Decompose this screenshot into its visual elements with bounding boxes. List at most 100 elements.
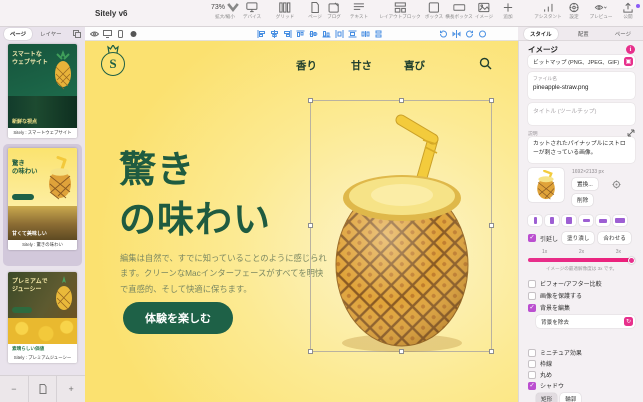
align-top-icon[interactable]	[296, 30, 305, 38]
inspector-tabs: スタイル 配置 ページ	[518, 27, 643, 41]
toolbar-box-button[interactable]: ボックス	[425, 2, 443, 20]
remove-page-button[interactable]: −	[0, 376, 28, 402]
toolbar-assistant-button[interactable]: アシスタント	[534, 2, 562, 20]
background-remove-dropdown[interactable]: 背景を除去 ↻	[536, 315, 635, 328]
resize-handle-e[interactable]	[489, 223, 494, 228]
rounding-checkbox[interactable]	[528, 370, 536, 379]
distribute-v-icon[interactable]	[348, 30, 357, 38]
arrange-icon[interactable]	[478, 30, 487, 38]
space-h-icon[interactable]	[361, 30, 370, 38]
fill-button[interactable]: 塗り潰し	[562, 232, 595, 244]
page-thumbnail-2[interactable]: 驚き の味わい 甘くて美味しい Sitely : 驚きの味わい	[8, 148, 77, 250]
align-right-icon[interactable]	[283, 29, 292, 38]
design-canvas[interactable]: S 香り 甘さ 喜び 驚き の味わい 編集は自然で、すでに知っていることのように…	[85, 41, 518, 402]
shadow-rect-segment[interactable]: 矩形	[536, 393, 558, 402]
preset-landscape-m-button[interactable]	[596, 215, 610, 226]
scale-slider[interactable]	[528, 256, 635, 264]
image-preview-thumbnail[interactable]	[528, 168, 564, 202]
add-page-button[interactable]: +	[56, 376, 85, 402]
align-bottom-icon[interactable]	[322, 30, 331, 38]
toolbar-preview-button[interactable]: プレビュー	[590, 2, 612, 20]
replace-button[interactable]: 置換...	[572, 178, 598, 190]
flip-h-icon[interactable]	[452, 29, 461, 38]
zoom-control[interactable]: 73% 拡大/縮小	[211, 2, 239, 20]
shadow-checkbox[interactable]	[528, 381, 536, 390]
resize-handle-sw[interactable]	[308, 349, 313, 354]
toolbar-blog-button[interactable]: ブログ	[327, 2, 341, 20]
chevron-down-icon	[227, 3, 239, 13]
image-format-dropdown[interactable]: ビットマップ (PNG、JPEG、GIF) ▣	[528, 55, 635, 68]
distribute-h-icon[interactable]	[335, 29, 344, 38]
protect-image-checkbox[interactable]	[528, 291, 536, 300]
toolbar-add-button[interactable]: 追加	[502, 2, 514, 20]
stretch-checkbox[interactable]	[528, 233, 536, 242]
search-icon[interactable]	[479, 57, 492, 70]
page-size-button[interactable]	[27, 376, 57, 402]
before-after-checkbox[interactable]	[528, 279, 536, 288]
slider-handle[interactable]	[628, 256, 635, 264]
page-thumbnail-1[interactable]: スマートな ウェブサイト 新鮮な視点 Sitely : スマートウェブサイト	[8, 44, 77, 138]
tab-page[interactable]: ページ	[609, 28, 637, 40]
preset-landscape-s-button[interactable]	[579, 215, 593, 226]
resize-handle-nw[interactable]	[308, 98, 313, 103]
preset-landscape-l-button[interactable]	[613, 215, 627, 226]
tab-pages[interactable]: ページ	[4, 28, 33, 40]
hero-heading[interactable]: 驚き の味わい	[119, 145, 271, 246]
tab-style[interactable]: スタイル	[524, 27, 558, 40]
miniature-effect-checkbox[interactable]	[528, 348, 536, 357]
sidebar-menu-icon[interactable]	[73, 30, 81, 38]
resize-handle-s[interactable]	[399, 349, 404, 354]
toolbar-image-button[interactable]: イメージ	[475, 2, 493, 20]
nav-item-aroma[interactable]: 香り	[296, 58, 317, 73]
toolbar-text-button[interactable]: テキスト	[350, 2, 368, 20]
gear-icon[interactable]	[612, 180, 621, 189]
miniature-row: ミニチュア効果	[528, 348, 635, 357]
cta-button[interactable]: 体験を楽しむ	[123, 302, 233, 334]
pineapple-image	[335, 114, 469, 352]
toolbar-settings-button[interactable]: 設定	[568, 2, 580, 20]
filename-field[interactable]: ファイル名 pineapple-straw.png	[528, 72, 635, 99]
site-logo[interactable]: S	[101, 52, 125, 76]
resize-handle-n[interactable]	[399, 98, 404, 103]
toolbar-grid-button[interactable]: グリッド	[276, 2, 294, 20]
mobile-icon[interactable]	[116, 29, 125, 38]
page-thumbnail-3[interactable]: プレミアムで ジューシー 素晴らしい価値 Sitely : プレミアムジューシー	[8, 272, 77, 363]
desktop-icon[interactable]	[103, 29, 112, 38]
toolbar-device-button[interactable]: デバイス	[243, 2, 261, 20]
tab-layers[interactable]: レイヤー	[34, 28, 67, 40]
eye-icon[interactable]	[89, 30, 100, 38]
toolbar-wide-box-button[interactable]: 横長ボックス	[445, 2, 473, 20]
tab-arrange[interactable]: 配置	[572, 28, 595, 40]
resize-handle-se[interactable]	[489, 349, 494, 354]
preset-portrait-m-button[interactable]	[545, 215, 559, 226]
rotate-left-icon[interactable]	[439, 30, 448, 38]
rotate-right-icon[interactable]	[465, 30, 474, 38]
title-tooltip-field[interactable]: タイトル (ツールチップ)	[528, 103, 635, 125]
image-selection-box[interactable]	[308, 98, 494, 354]
delete-button[interactable]: 削除	[572, 194, 594, 206]
shadow-contour-segment[interactable]: 輪郭	[560, 393, 582, 402]
toolbar-page-button[interactable]: ページ	[308, 2, 322, 20]
nav-item-joy[interactable]: 喜び	[404, 58, 425, 73]
align-left-icon[interactable]	[257, 29, 266, 38]
border-checkbox[interactable]	[528, 359, 536, 368]
info-badge-icon[interactable]: i	[626, 45, 635, 54]
preset-portrait-s-button[interactable]	[528, 215, 542, 226]
fit-button[interactable]: 合わせる	[598, 232, 631, 244]
space-v-icon[interactable]	[374, 30, 383, 38]
align-middle-icon[interactable]	[309, 30, 318, 38]
expand-icon[interactable]	[627, 129, 635, 137]
toolbar-publish-button[interactable]: 公開	[622, 2, 634, 20]
page2-section: 甘くて美味しい	[8, 206, 77, 240]
section-title: イメージ	[528, 45, 558, 54]
resize-handle-ne[interactable]	[489, 98, 494, 103]
preset-portrait-l-button[interactable]	[562, 215, 576, 226]
edit-background-checkbox[interactable]	[528, 303, 536, 312]
theme-icon[interactable]	[129, 30, 138, 38]
resize-handle-w[interactable]	[308, 223, 313, 228]
nav-item-sweetness[interactable]: 甘さ	[351, 58, 372, 73]
align-center-h-icon[interactable]	[270, 29, 279, 38]
hero-paragraph[interactable]: 編集は自然で、すでに知っていることのように感じられます。クリーンなMacインター…	[120, 251, 328, 297]
description-field[interactable]: カットされたパイナップルにストローが刺さっている画像。	[528, 137, 635, 163]
toolbar-layout-block-button[interactable]: レイアウトブロック	[379, 2, 421, 20]
